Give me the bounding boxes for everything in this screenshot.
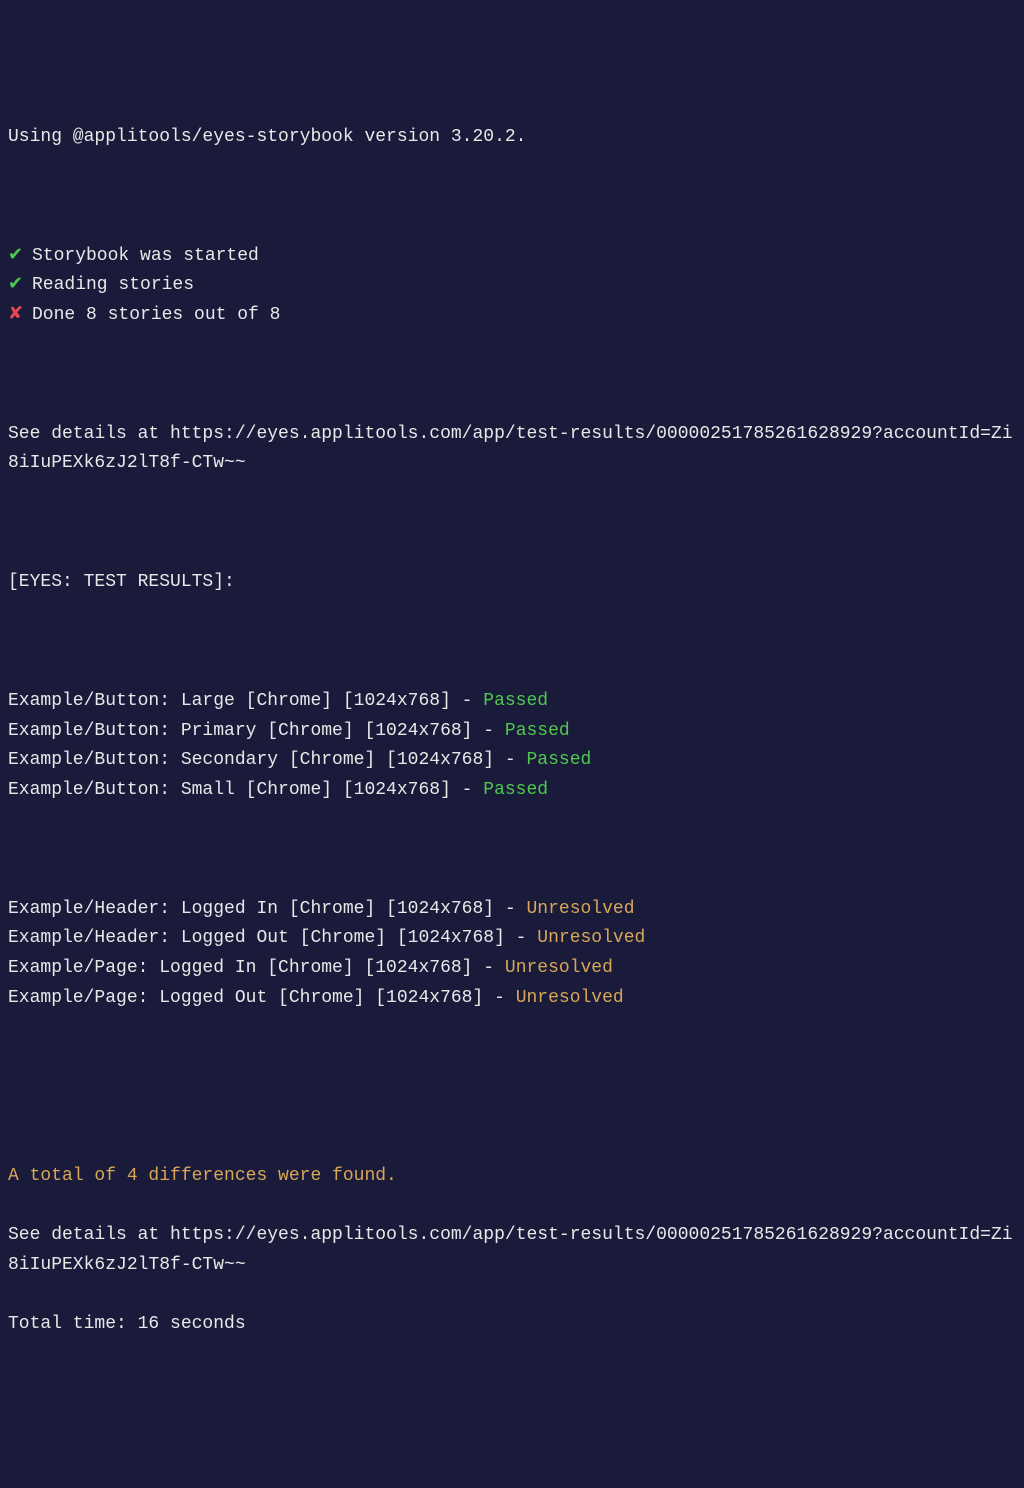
blank-line <box>8 509 1016 539</box>
footer-details-line: See details at https://eyes.applitools.c… <box>8 1221 1016 1280</box>
result-label: Example/Page: Logged In [Chrome] [1024x7… <box>8 958 505 978</box>
result-status: Passed <box>526 750 591 770</box>
details-prefix: See details at <box>8 424 170 444</box>
results-passed-group: Example/Button: Large [Chrome] [1024x768… <box>8 687 1016 806</box>
blank-line <box>8 627 1016 657</box>
result-line: Example/Page: Logged Out [Chrome] [1024x… <box>8 984 1016 1014</box>
result-line: Example/Button: Secondary [Chrome] [1024… <box>8 746 1016 776</box>
check-icon: ✔ <box>8 271 32 301</box>
status-text: Storybook was started <box>32 246 259 266</box>
status-list: ✔ Storybook was started✔ Reading stories… <box>8 242 1016 331</box>
footer-details-prefix: See details at <box>8 1225 170 1245</box>
result-label: Example/Button: Large [Chrome] [1024x768… <box>8 691 483 711</box>
result-status: Unresolved <box>537 928 645 948</box>
version-line: Using @applitools/eyes-storybook version… <box>8 123 1016 153</box>
result-status: Passed <box>483 780 548 800</box>
check-icon: ✔ <box>8 242 32 272</box>
result-status: Unresolved <box>516 988 624 1008</box>
result-line: Example/Header: Logged Out [Chrome] [102… <box>8 924 1016 954</box>
result-line: Example/Button: Small [Chrome] [1024x768… <box>8 776 1016 806</box>
blank-line <box>8 1043 1016 1073</box>
blank-line <box>8 182 1016 212</box>
result-status: Unresolved <box>505 958 613 978</box>
blank-line <box>8 1102 1016 1132</box>
status-line: ✘ Done 8 stories out of 8 <box>8 301 1016 331</box>
status-text: Reading stories <box>32 275 194 295</box>
details-line: See details at https://eyes.applitools.c… <box>8 420 1016 479</box>
result-line: Example/Header: Logged In [Chrome] [1024… <box>8 895 1016 925</box>
result-status: Passed <box>483 691 548 711</box>
blank-line <box>8 835 1016 865</box>
result-label: Example/Page: Logged Out [Chrome] [1024x… <box>8 988 516 1008</box>
results-header: [EYES: TEST RESULTS]: <box>8 568 1016 598</box>
result-label: Example/Button: Small [Chrome] [1024x768… <box>8 780 483 800</box>
result-label: Example/Button: Secondary [Chrome] [1024… <box>8 750 526 770</box>
result-label: Example/Header: Logged Out [Chrome] [102… <box>8 928 537 948</box>
summary-line: A total of 4 differences were found. <box>8 1162 1016 1192</box>
result-status: Passed <box>505 721 570 741</box>
result-line: Example/Button: Large [Chrome] [1024x768… <box>8 687 1016 717</box>
result-label: Example/Button: Primary [Chrome] [1024x7… <box>8 721 505 741</box>
result-line: Example/Button: Primary [Chrome] [1024x7… <box>8 717 1016 747</box>
result-label: Example/Header: Logged In [Chrome] [1024… <box>8 899 526 919</box>
status-line: ✔ Storybook was started <box>8 242 1016 272</box>
result-status: Unresolved <box>526 899 634 919</box>
blank-line <box>8 360 1016 390</box>
total-time-line: Total time: 16 seconds <box>8 1310 1016 1340</box>
cross-icon: ✘ <box>8 301 32 331</box>
results-unresolved-group: Example/Header: Logged In [Chrome] [1024… <box>8 895 1016 1014</box>
result-line: Example/Page: Logged In [Chrome] [1024x7… <box>8 954 1016 984</box>
status-text: Done 8 stories out of 8 <box>32 305 280 325</box>
status-line: ✔ Reading stories <box>8 271 1016 301</box>
